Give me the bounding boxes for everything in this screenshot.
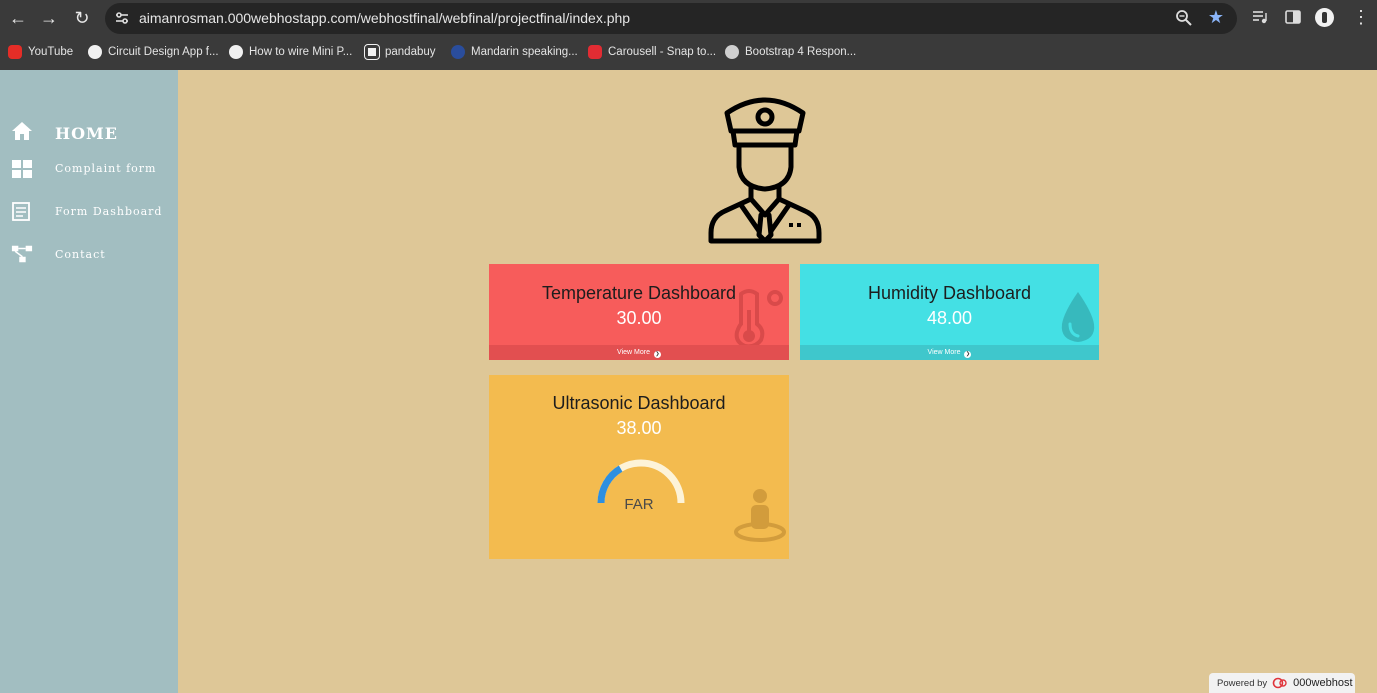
water-drop-icon bbox=[1061, 292, 1095, 342]
network-icon bbox=[11, 245, 33, 263]
media-queue-icon[interactable] bbox=[1251, 8, 1269, 26]
bookmark-label: Mandarin speaking... bbox=[471, 46, 578, 58]
arrow-circle-right-icon: ❯ bbox=[964, 351, 972, 358]
bookmark-label: Bootstrap 4 Respon... bbox=[745, 46, 857, 58]
police-officer-icon bbox=[708, 97, 822, 244]
bookmark-bootstrap[interactable]: Bootstrap 4 Respon... bbox=[725, 38, 856, 66]
sidebar-item-label: Contact bbox=[55, 248, 106, 261]
humidity-view-more-link[interactable]: View More ❯ bbox=[800, 345, 1099, 360]
side-panel-icon[interactable] bbox=[1284, 8, 1302, 26]
home-icon bbox=[12, 122, 32, 140]
globe-c-icon bbox=[229, 45, 243, 59]
bookmark-label: Circuit Design App f... bbox=[108, 46, 219, 58]
sidebar-item-form-dashboard[interactable]: Form Dashboard bbox=[0, 199, 178, 231]
globe-icon bbox=[725, 45, 739, 59]
card-value: 48.00 bbox=[926, 308, 973, 328]
grid-icon bbox=[12, 160, 32, 178]
sidebar-item-label: Complaint form bbox=[55, 162, 157, 175]
sidebar-item-label: Form Dashboard bbox=[55, 205, 163, 218]
url-text[interactable]: aimanrosman.000webhostapp.com/webhostfin… bbox=[139, 10, 630, 26]
browser-menu-icon[interactable]: ⋮ bbox=[1352, 6, 1370, 28]
youtube-icon bbox=[8, 45, 22, 59]
bookmark-wire-mini[interactable]: How to wire Mini P... bbox=[229, 38, 352, 66]
forward-icon[interactable]: → bbox=[37, 6, 61, 30]
sidebar-item-complaint-form[interactable]: Complaint form bbox=[0, 156, 178, 188]
card-title: Ultrasonic Dashboard bbox=[552, 393, 726, 413]
bookmark-mandarin[interactable]: Mandarin speaking... bbox=[451, 38, 578, 66]
pandabuy-icon bbox=[364, 44, 380, 60]
powered-by-label: Powered by bbox=[1217, 677, 1268, 689]
temperature-card: Temperature Dashboard 30.00 View More ❯ bbox=[489, 264, 789, 360]
ultrasonic-card: Ultrasonic Dashboard 38.00 FAR bbox=[489, 375, 789, 559]
sidebar-item-home[interactable]: HOME bbox=[0, 118, 178, 150]
bookmark-youtube[interactable]: YouTube bbox=[8, 38, 73, 66]
browser-chrome: ← → ↻ aimanrosman.000webhostapp.com/webh… bbox=[0, 0, 1377, 70]
bookmark-circuit-design[interactable]: Circuit Design App f... bbox=[88, 38, 219, 66]
zoom-icon[interactable] bbox=[1175, 9, 1193, 27]
bookmark-label: pandabuy bbox=[385, 46, 436, 58]
form-list-icon bbox=[12, 202, 30, 221]
arrow-circle-right-icon: ❯ bbox=[653, 351, 661, 358]
view-more-label: View More bbox=[927, 349, 961, 356]
temperature-view-more-link[interactable]: View More ❯ bbox=[489, 345, 789, 360]
address-bar[interactable]: aimanrosman.000webhostapp.com/webhostfin… bbox=[105, 3, 1237, 34]
powered-by-badge[interactable]: Powered by 000webhost bbox=[1209, 673, 1355, 693]
carousell-icon bbox=[588, 45, 602, 59]
bookmarks-bar: YouTube Circuit Design App f... How to w… bbox=[0, 38, 1377, 66]
bookmark-carousell[interactable]: Carousell - Snap to... bbox=[588, 38, 716, 66]
humidity-card: Humidity Dashboard 48.00 View More ❯ bbox=[800, 264, 1099, 360]
arrow-icon bbox=[451, 45, 465, 59]
back-icon[interactable]: ← bbox=[6, 6, 30, 30]
brand-label: 000webhost bbox=[1293, 677, 1353, 689]
card-value: 38.00 bbox=[616, 418, 662, 438]
card-title: Humidity Dashboard bbox=[867, 283, 1032, 303]
bookmark-pandabuy[interactable]: pandabuy bbox=[364, 38, 436, 66]
thermometer-icon bbox=[734, 289, 783, 348]
bookmark-label: How to wire Mini P... bbox=[249, 46, 353, 58]
person-location-icon bbox=[734, 489, 786, 542]
bookmark-star-icon[interactable]: ★ bbox=[1208, 7, 1224, 27]
browser-toolbar: ← → ↻ aimanrosman.000webhostapp.com/webh… bbox=[0, 0, 1377, 36]
reload-icon[interactable]: ↻ bbox=[70, 6, 94, 30]
000webhost-logo-icon bbox=[1272, 677, 1287, 689]
globe-c-icon bbox=[88, 45, 102, 59]
bookmark-label: Carousell - Snap to... bbox=[608, 46, 717, 58]
sidebar-item-label: HOME bbox=[55, 124, 118, 143]
view-more-label: View More bbox=[617, 349, 650, 356]
bookmark-label: YouTube bbox=[28, 46, 74, 58]
profile-avatar[interactable] bbox=[1315, 8, 1334, 27]
sidebar-item-contact[interactable]: Contact bbox=[0, 242, 178, 274]
sidebar: HOME Complaint form Form Dashboard Conta… bbox=[0, 70, 178, 693]
site-settings-icon[interactable] bbox=[114, 10, 130, 26]
